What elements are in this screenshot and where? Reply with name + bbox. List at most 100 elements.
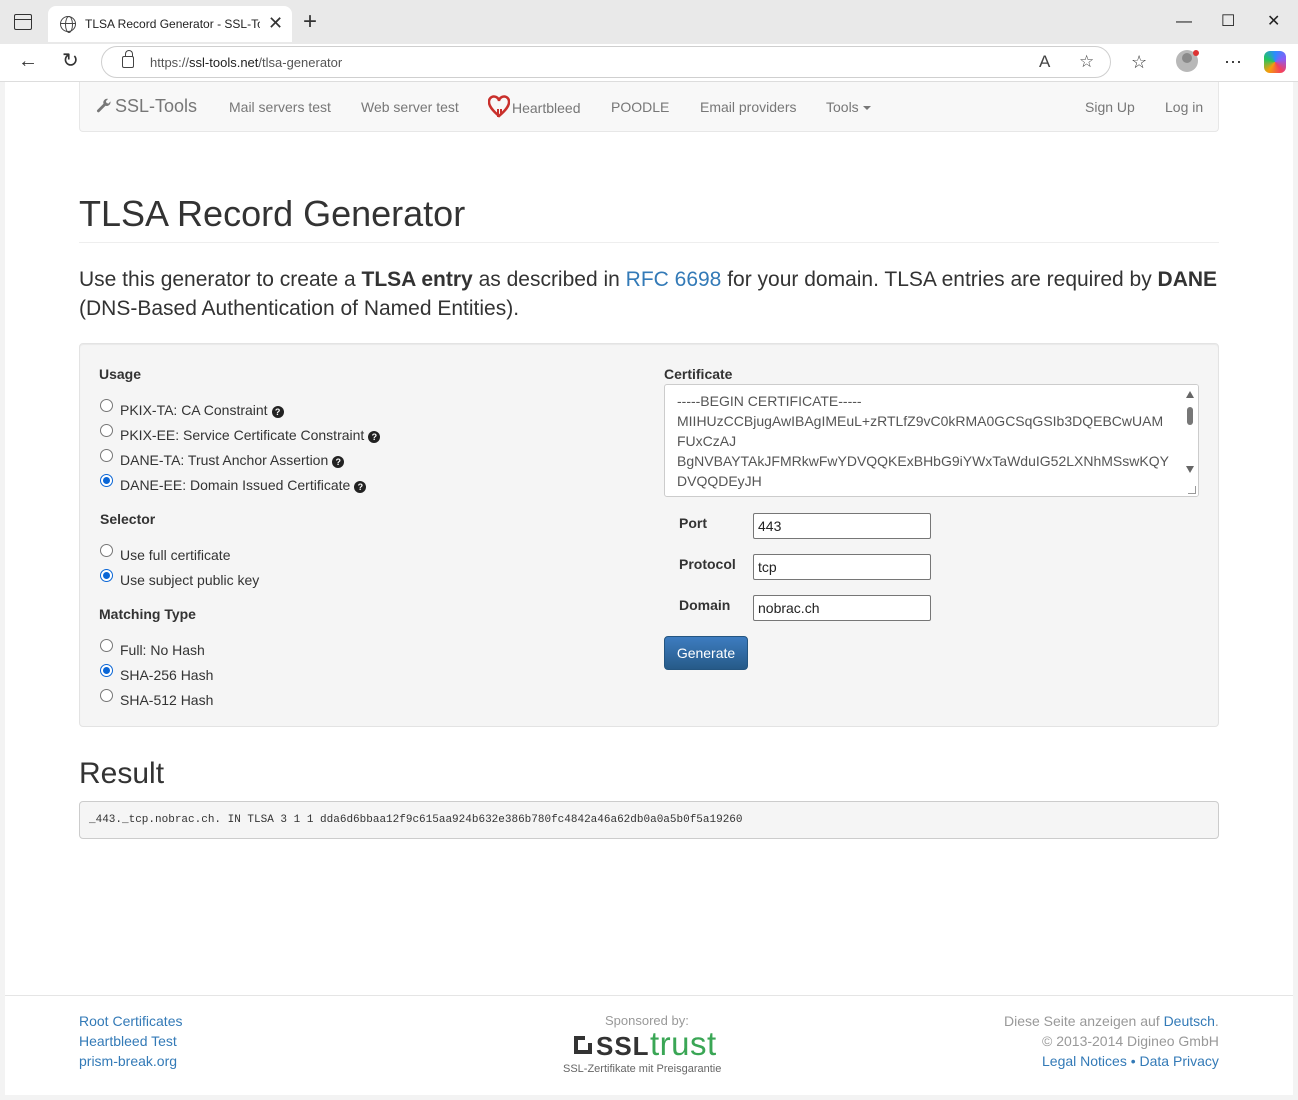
separator: •: [1126, 1053, 1140, 1069]
notification-dot: [1193, 50, 1199, 56]
radio-label: SHA-512 Hash: [120, 692, 214, 708]
site-navbar: SSL-Tools Mail servers test Web server t…: [79, 82, 1219, 132]
rfc-6698-link[interactable]: RFC 6698: [626, 268, 722, 291]
generator-form: Usage PKIX-TA: CA Constraint? PKIX-EE: S…: [79, 343, 1219, 727]
browser-toolbar: ← ↻ https://ssl-tools.net/tlsa-generator…: [0, 44, 1298, 82]
result-heading: Result: [79, 757, 165, 790]
nav-heartbleed[interactable]: Heartbleed: [487, 95, 581, 119]
favorites-icon[interactable]: ☆: [1131, 52, 1147, 72]
ssltrust-mark-icon: [574, 1036, 592, 1054]
logo-ssl-text: SSL: [596, 1031, 650, 1061]
radio-circle[interactable]: [100, 544, 113, 557]
brand-link[interactable]: SSL-Tools: [96, 96, 197, 117]
reload-icon[interactable]: ↻: [62, 49, 79, 73]
footer-heartbleed-test-link[interactable]: Heartbleed Test: [79, 1033, 177, 1049]
footer-root-certificates-link[interactable]: Root Certificates: [79, 1013, 182, 1029]
brand-text: SSL-Tools: [115, 96, 198, 116]
tab-title: TLSA Record Generator - SSL-Tools: [85, 17, 260, 31]
copilot-icon[interactable]: [1264, 51, 1286, 73]
ssltrust-tagline: SSL-Zertifikate mit Preisgarantie: [563, 1063, 722, 1075]
web-page: SSL-Tools Mail servers test Web server t…: [5, 82, 1293, 1095]
minimize-button[interactable]: —: [1176, 10, 1192, 34]
data-privacy-link[interactable]: Data Privacy: [1140, 1053, 1219, 1069]
back-arrow-icon[interactable]: ←: [18, 49, 38, 73]
nav-mail-servers-test[interactable]: Mail servers test: [229, 99, 331, 115]
legal-notices-link[interactable]: Legal Notices: [1042, 1053, 1127, 1069]
nav-log-in[interactable]: Log in: [1165, 99, 1203, 115]
intro-paragraph: Use this generator to create a TLSA entr…: [79, 268, 1218, 320]
title-divider: [79, 242, 1219, 243]
read-aloud-icon[interactable]: A: [1039, 52, 1050, 72]
radio-circle[interactable]: [100, 399, 113, 412]
maximize-button[interactable]: ☐: [1221, 10, 1235, 34]
scroll-up-arrow-icon[interactable]: [1186, 391, 1194, 398]
close-tab-icon[interactable]: ✕: [268, 13, 283, 33]
result-output[interactable]: _443._tcp.nobrac.ch. IN TLSA 3 1 1 dda6d…: [79, 801, 1219, 839]
radio-label: Use full certificate: [120, 547, 231, 563]
copyright-text: © 2013-2014 Digineo GmbH: [1042, 1033, 1219, 1049]
textarea-scrollbar[interactable]: [1182, 385, 1198, 496]
certificate-textarea[interactable]: -----BEGIN CERTIFICATE----- MIIHUzCCBjug…: [664, 384, 1199, 497]
caret-down-icon: [862, 106, 871, 111]
language-switch: Diese Seite anzeigen auf Deutsch.: [1004, 1013, 1219, 1029]
url-text: https://ssl-tools.net/tlsa-generator: [150, 55, 343, 70]
scrollbar-thumb[interactable]: [1187, 407, 1193, 425]
logo-trust-text: trust: [650, 1025, 717, 1062]
nav-tools-label: Tools: [826, 99, 859, 115]
radio-circle[interactable]: [100, 689, 113, 702]
address-bar[interactable]: https://ssl-tools.net/tlsa-generator A ☆: [101, 46, 1111, 78]
nav-sign-up[interactable]: Sign Up: [1085, 99, 1135, 115]
radio-label: PKIX-TA: CA Constraint: [120, 402, 268, 418]
radio-circle-checked[interactable]: [100, 474, 113, 487]
usage-label: Usage: [99, 366, 142, 382]
close-window-button[interactable]: ✕: [1267, 10, 1280, 34]
nav-tools-dropdown[interactable]: Tools: [826, 99, 871, 115]
legal-links: Legal Notices • Data Privacy: [1042, 1053, 1219, 1069]
radio-label: PKIX-EE: Service Certificate Constraint: [120, 427, 365, 443]
radio-label: Full: No Hash: [120, 642, 205, 658]
protocol-label: Protocol: [679, 556, 736, 572]
question-circle-icon[interactable]: ?: [332, 456, 345, 468]
selector-label: Selector: [100, 511, 156, 527]
wrench-icon: [96, 98, 111, 113]
radio-circle[interactable]: [100, 424, 113, 437]
question-circle-icon[interactable]: ?: [354, 481, 367, 493]
matching-type-label: Matching Type: [99, 606, 196, 622]
globe-icon: [60, 16, 76, 33]
radio-label: DANE-TA: Trust Anchor Assertion: [120, 452, 329, 468]
generate-button[interactable]: Generate: [664, 636, 748, 670]
question-circle-icon[interactable]: ?: [368, 431, 381, 443]
question-circle-icon[interactable]: ?: [271, 406, 284, 418]
scroll-down-arrow-icon[interactable]: [1186, 466, 1194, 473]
protocol-input[interactable]: [753, 554, 931, 580]
nav-web-server-test[interactable]: Web server test: [361, 99, 459, 115]
nav-heartbleed-label: Heartbleed: [512, 100, 581, 116]
lock-icon[interactable]: [122, 50, 134, 68]
browser-tabstrip: TLSA Record Generator - SSL-Tools ✕ + — …: [0, 0, 1298, 44]
new-tab-button[interactable]: +: [303, 8, 317, 36]
page-title: TLSA Record Generator: [79, 193, 466, 234]
radio-circle-checked[interactable]: [100, 664, 113, 677]
port-input[interactable]: [753, 513, 931, 539]
nav-email-providers[interactable]: Email providers: [700, 99, 796, 115]
radio-label: SHA-256 Hash: [120, 667, 214, 683]
footer-prism-break-link[interactable]: prism-break.org: [79, 1053, 177, 1069]
radio-circle[interactable]: [100, 639, 113, 652]
radio-circle-checked[interactable]: [100, 569, 113, 582]
radio-label: Use subject public key: [120, 572, 260, 588]
certificate-label: Certificate: [664, 366, 733, 382]
favorite-star-icon[interactable]: ☆: [1079, 52, 1094, 72]
heartbleed-heart-icon: [487, 95, 511, 118]
site-footer: Root Certificates Heartbleed Test prism-…: [5, 995, 1293, 1095]
radio-circle[interactable]: [100, 449, 113, 462]
port-label: Port: [679, 515, 707, 531]
domain-label: Domain: [679, 597, 731, 613]
resize-handle-icon[interactable]: [1188, 486, 1196, 494]
domain-input[interactable]: [753, 595, 931, 621]
browser-tab-active[interactable]: TLSA Record Generator - SSL-Tools ✕: [48, 6, 292, 42]
radio-label: DANE-EE: Domain Issued Certificate: [120, 477, 351, 493]
nav-poodle[interactable]: POODLE: [611, 99, 669, 115]
window-menu-icon[interactable]: [14, 14, 32, 30]
more-menu-icon[interactable]: ⋯: [1224, 52, 1242, 72]
deutsch-link[interactable]: Deutsch: [1164, 1013, 1215, 1029]
